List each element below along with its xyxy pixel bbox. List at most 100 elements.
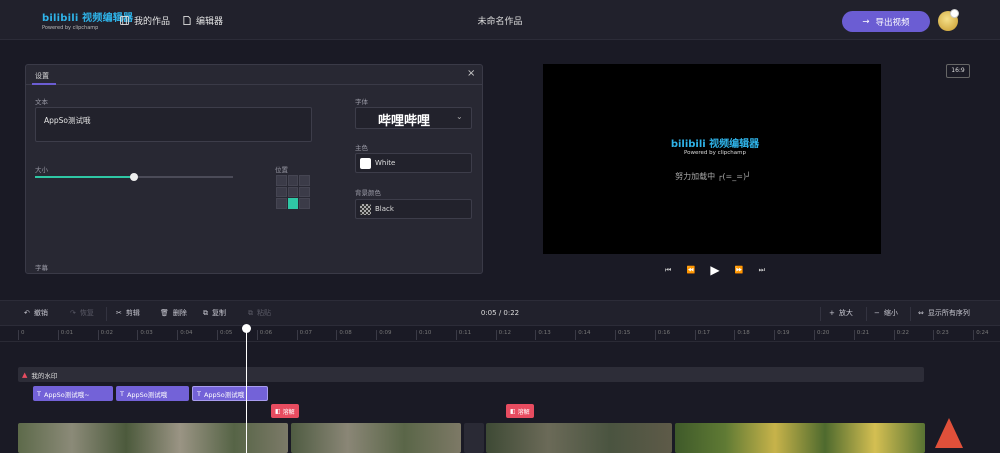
video-clip[interactable] bbox=[486, 423, 672, 453]
position-cell[interactable] bbox=[299, 186, 310, 198]
main-color-value: White bbox=[375, 159, 396, 167]
watermark-icon: ▲ bbox=[22, 370, 28, 379]
logo-main-text: bilibili 视频编辑器 bbox=[42, 13, 134, 24]
ruler-tick: 0:20 bbox=[814, 330, 829, 340]
show-all-button[interactable]: ⇔ 显示所有序列 bbox=[918, 308, 970, 318]
fast-forward-icon[interactable]: ⏩ bbox=[735, 266, 744, 274]
transition-icon: ◧ bbox=[275, 407, 281, 415]
bg-color-picker[interactable]: Black bbox=[355, 199, 472, 219]
zoom-out-label: 缩小 bbox=[883, 309, 898, 317]
text-clip[interactable]: T AppSo测试哦~ bbox=[33, 386, 113, 401]
export-video-button[interactable]: → 导出视频 bbox=[842, 11, 930, 32]
skip-start-icon[interactable]: ⏮ bbox=[665, 266, 671, 275]
video-gap[interactable] bbox=[464, 423, 484, 453]
loading-text: 努力加载中 ┌(=_=)┘ bbox=[675, 172, 751, 181]
size-slider-fill bbox=[35, 176, 134, 178]
video-clip[interactable] bbox=[675, 423, 925, 453]
watermark-logo-icon bbox=[935, 418, 963, 448]
ruler-tick: 0:11 bbox=[455, 330, 471, 340]
paste-button[interactable]: ⧉ 粘贴 bbox=[248, 308, 271, 318]
text-clip-label: AppSo测试哦 bbox=[126, 390, 168, 399]
tab-active-indicator bbox=[32, 83, 56, 85]
skip-end-icon[interactable]: ⏭ bbox=[759, 266, 765, 275]
delete-button[interactable]: 🗑 删除 bbox=[160, 308, 187, 318]
ruler-tick: 0:24 bbox=[973, 330, 989, 340]
font-select[interactable]: 哔哩哔哩 ⌄ bbox=[355, 107, 472, 129]
ruler-tick: 0:13 bbox=[535, 330, 551, 340]
redo-button[interactable]: ↷ 恢复 bbox=[70, 308, 94, 318]
ruler-tick: 0:01 bbox=[57, 330, 73, 340]
zoom-out-button[interactable]: − 缩小 bbox=[874, 308, 898, 318]
timeline-ruler[interactable]: 0 0:01 0:02 0:03 0:04 0:05 0:06 0:07 0:08 0:09 0:1… bbox=[0, 326, 1000, 342]
position-cell[interactable] bbox=[276, 175, 287, 186]
preview-logo-sub: Powered by clipchamp bbox=[684, 150, 746, 156]
ruler-tick: 0:06 bbox=[256, 330, 272, 340]
ruler-tick: 0:18 bbox=[734, 330, 750, 340]
font-select-value: 哔哩哔哩 bbox=[378, 114, 431, 129]
playhead-handle[interactable] bbox=[242, 324, 251, 333]
text-label: 文本 bbox=[35, 98, 48, 106]
avatar-badge bbox=[950, 9, 959, 18]
video-clip[interactable] bbox=[291, 423, 461, 453]
cut-button[interactable]: ✂ 剪辑 bbox=[116, 308, 140, 318]
redo-icon: ↷ bbox=[70, 309, 76, 317]
size-label: 大小 bbox=[35, 166, 48, 174]
text-settings-panel: 设置 × 文本 AppSo测试哦 大小 位置 字体 哔哩哔哩 ⌄ 主色 Whit… bbox=[25, 64, 483, 274]
position-cell[interactable] bbox=[299, 175, 310, 186]
nav-editor[interactable]: 编辑器 bbox=[183, 14, 223, 27]
arrow-right-icon: → bbox=[862, 16, 870, 27]
zoom-in-button[interactable]: + 放大 bbox=[829, 308, 853, 318]
playhead[interactable] bbox=[246, 326, 247, 453]
main-color-picker[interactable]: White bbox=[355, 153, 472, 173]
copy-icon: ⧉ bbox=[203, 308, 208, 317]
position-cell-selected[interactable] bbox=[287, 198, 299, 209]
transition-badge[interactable]: ◧ 溶解 bbox=[271, 404, 299, 418]
ruler-tick: 0:04 bbox=[177, 330, 193, 340]
position-cell[interactable] bbox=[287, 186, 299, 198]
show-all-label: 显示所有序列 bbox=[927, 309, 970, 317]
watermark-track-label: 我的水印 bbox=[31, 371, 58, 380]
toolbar-divider bbox=[910, 307, 911, 321]
text-t-icon: T bbox=[197, 389, 201, 398]
text-clip-label: AppSo测试哦~ bbox=[43, 390, 90, 399]
main-color-label: 主色 bbox=[355, 144, 368, 152]
aspect-ratio-button[interactable]: 16:9 bbox=[946, 64, 970, 78]
ruler-tick: 0:05 bbox=[217, 330, 232, 340]
text-clip-selected[interactable]: T AppSo测试哦 bbox=[192, 386, 268, 401]
preview-logo-main: bilibili 视频编辑器 bbox=[670, 139, 760, 150]
bilibili-logo[interactable]: bilibili 视频编辑器 Powered by clipchamp bbox=[42, 9, 134, 33]
text-clip[interactable]: T AppSo测试哦 bbox=[116, 386, 189, 401]
nav-editor-label: 编辑器 bbox=[196, 17, 224, 27]
nav-my-works-label: 我的作品 bbox=[134, 17, 171, 27]
ruler-tick: 0:12 bbox=[495, 330, 511, 340]
top-bar: bilibili 视频编辑器 Powered by clipchamp 我的作品… bbox=[0, 0, 1000, 40]
undo-button[interactable]: ↶ 撤销 bbox=[24, 308, 48, 318]
play-icon[interactable]: ▶ bbox=[710, 263, 719, 277]
transition-badge[interactable]: ◧ 溶解 bbox=[506, 404, 534, 418]
watermark-track[interactable]: ▲ 我的水印 bbox=[18, 367, 924, 382]
film-icon bbox=[120, 16, 129, 25]
timeline-time: 0:05 / 0:22 bbox=[480, 309, 520, 317]
ruler-tick: 0:02 bbox=[97, 330, 113, 340]
rewind-icon[interactable]: ⏪ bbox=[686, 266, 695, 274]
nav-my-works[interactable]: 我的作品 bbox=[120, 14, 170, 27]
project-title[interactable]: 未命名作品 bbox=[450, 14, 550, 27]
position-grid[interactable] bbox=[276, 175, 310, 209]
copy-button[interactable]: ⧉ 复制 bbox=[203, 308, 226, 318]
position-label: 位置 bbox=[275, 166, 288, 174]
panel-header bbox=[26, 65, 482, 85]
position-cell[interactable] bbox=[276, 186, 287, 198]
ruler-tick: 0:19 bbox=[774, 330, 790, 340]
tab-settings[interactable]: 设置 bbox=[35, 71, 49, 81]
size-slider-handle[interactable] bbox=[130, 173, 138, 181]
ruler-tick: 0:21 bbox=[853, 330, 869, 340]
video-clip[interactable] bbox=[18, 423, 288, 453]
video-preview[interactable]: bilibili 视频编辑器 Powered by clipchamp 努力加载… bbox=[543, 64, 881, 254]
redo-label: 恢复 bbox=[79, 309, 94, 317]
position-cell[interactable] bbox=[276, 198, 287, 209]
position-cell[interactable] bbox=[299, 198, 310, 209]
text-input[interactable]: AppSo测试哦 bbox=[35, 107, 312, 142]
close-icon[interactable]: × bbox=[467, 68, 475, 79]
ruler-tick: 0:17 bbox=[694, 330, 710, 340]
position-cell[interactable] bbox=[287, 175, 299, 186]
